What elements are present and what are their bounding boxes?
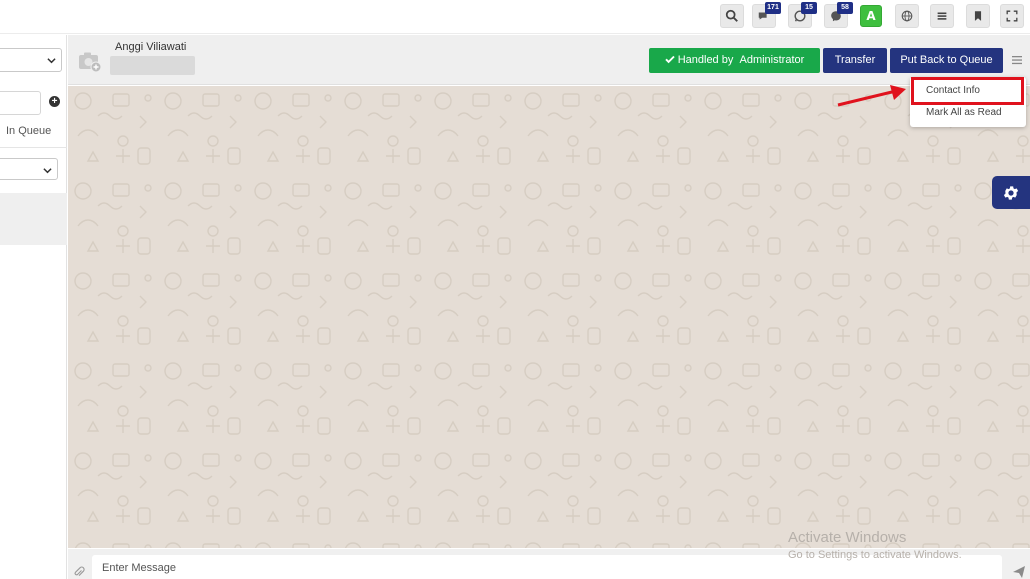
chat-background-pattern [68, 86, 1030, 548]
put-back-to-queue-button[interactable]: Put Back to Queue [890, 48, 1003, 73]
messenger-count-badge: 58 [837, 2, 853, 14]
mark-all-as-read-menu-item[interactable]: Mark All as Read [910, 102, 1026, 124]
list-icon[interactable] [930, 4, 954, 28]
handled-by-label: Handled by [677, 54, 734, 66]
chevron-down-icon [47, 58, 56, 64]
fullscreen-icon[interactable] [1000, 4, 1024, 28]
handled-by-button[interactable]: Handled by Administrator [649, 48, 820, 73]
chat-messages-area [68, 86, 1030, 548]
settings-button[interactable] [992, 176, 1030, 209]
activate-windows-title: Activate Windows [788, 529, 907, 546]
chat-count-badge: 171 [765, 2, 781, 14]
chat-bubbles-icon[interactable]: 171 [752, 2, 781, 28]
red-arrow-annotation [837, 85, 906, 107]
conversation-search-input[interactable] [0, 91, 41, 115]
whatsapp-icon[interactable]: 15 [788, 2, 817, 28]
sidebar-divider [0, 147, 67, 148]
handled-by-user: Administrator [739, 54, 805, 66]
paperclip-icon[interactable] [73, 566, 85, 578]
user-avatar[interactable]: A [860, 5, 882, 27]
top-bar: 171 15 58 A [0, 0, 1030, 34]
filter-select[interactable] [0, 158, 58, 180]
whatsapp-count-badge: 15 [801, 2, 817, 14]
chevron-down-icon [43, 168, 52, 174]
chat-header: Anggi Viliawati Handled by Administrator… [68, 35, 1030, 85]
transfer-button[interactable]: Transfer [823, 48, 887, 73]
bookmark-icon[interactable] [966, 4, 990, 28]
camera-add-icon[interactable] [78, 49, 102, 73]
send-icon[interactable] [1012, 565, 1026, 579]
conversation-list-item[interactable] [0, 193, 67, 245]
search-icon[interactable] [720, 4, 744, 28]
channel-select[interactable] [0, 48, 62, 72]
contact-name: Anggi Viliawati [115, 41, 187, 53]
add-conversation-icon[interactable]: + [49, 96, 60, 107]
globe-icon[interactable] [895, 4, 919, 28]
hamburger-menu-icon[interactable] [1011, 54, 1023, 66]
contact-info-menu-item[interactable]: Contact Info [910, 80, 1026, 102]
check-icon [665, 55, 675, 64]
gear-icon [1003, 185, 1019, 200]
contact-subtitle-placeholder [110, 56, 195, 75]
conversation-sidebar: + In Queue [0, 35, 67, 579]
chat-options-dropdown: Contact Info Mark All as Read [910, 77, 1026, 127]
messenger-icon[interactable]: 58 [824, 2, 853, 28]
in-queue-tab[interactable]: In Queue [6, 125, 51, 137]
activate-windows-subtitle: Go to Settings to activate Windows. [788, 549, 962, 561]
